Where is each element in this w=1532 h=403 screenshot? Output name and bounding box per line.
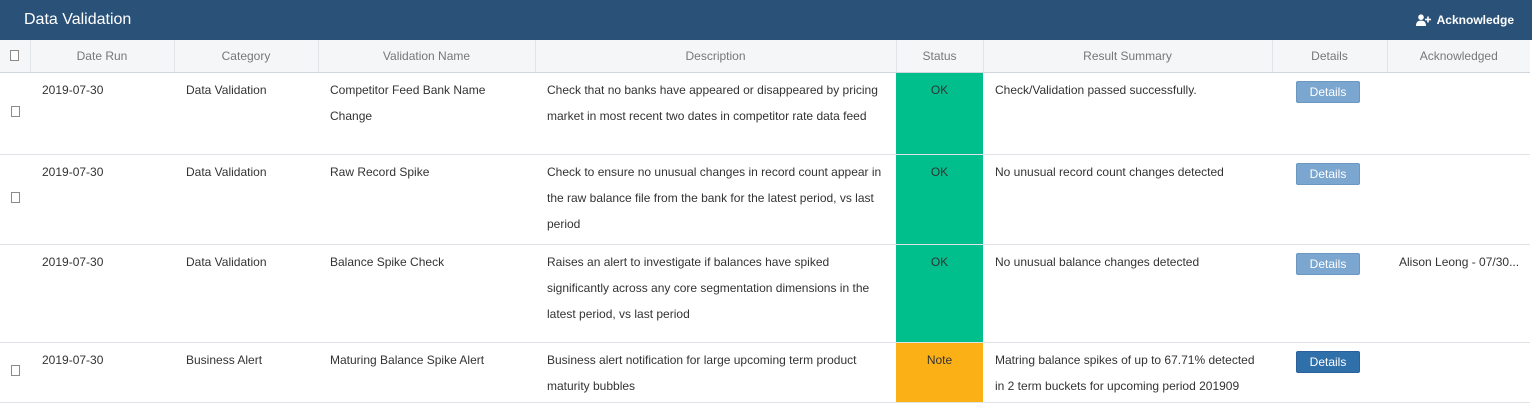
row-checkbox[interactable] xyxy=(10,192,20,203)
details-button[interactable]: Details xyxy=(1296,80,1360,103)
table-row[interactable]: 2019-07-30 Business Alert Maturing Balan… xyxy=(0,342,1530,403)
validation-name-cell: Competitor Feed Bank Name Change xyxy=(318,72,535,155)
table-row[interactable]: 2019-07-30 Data Validation Competitor Fe… xyxy=(0,72,1530,155)
status-badge: OK xyxy=(896,244,983,343)
description-cell: Business alert notification for large up… xyxy=(535,342,896,403)
select-all-checkbox[interactable] xyxy=(10,49,20,61)
validation-name-cell: Maturing Balance Spike Alert xyxy=(318,342,535,403)
row-checkbox[interactable] xyxy=(10,106,20,117)
column-header-category[interactable]: Category xyxy=(174,40,319,73)
page-title: Data Validation xyxy=(24,11,132,28)
acknowledged-cell xyxy=(1387,342,1530,403)
details-cell: Details xyxy=(1272,72,1387,155)
description-cell: Check to ensure no unusual changes in re… xyxy=(535,154,896,245)
result-summary-cell: No unusual record count changes detected xyxy=(983,154,1272,245)
column-header-validation-name[interactable]: Validation Name xyxy=(318,40,536,73)
column-header-description[interactable]: Description xyxy=(535,40,897,73)
acknowledged-cell xyxy=(1387,154,1530,245)
acknowledge-label: Acknowledge xyxy=(1436,13,1514,27)
row-select-cell[interactable] xyxy=(0,72,30,155)
category-cell: Data Validation xyxy=(174,244,318,343)
validation-name-cell: Raw Record Spike xyxy=(318,154,535,245)
row-select-cell[interactable] xyxy=(0,154,30,245)
result-summary-cell: No unusual balance changes detected xyxy=(983,244,1272,343)
user-plus-icon xyxy=(1415,14,1431,26)
category-cell: Business Alert xyxy=(174,342,318,403)
status-badge: Note xyxy=(896,342,983,403)
acknowledged-cell xyxy=(1387,72,1530,155)
details-button[interactable]: Details xyxy=(1296,162,1360,185)
row-select-cell[interactable] xyxy=(0,244,30,343)
column-header-date-run[interactable]: Date Run xyxy=(30,40,175,73)
description-cell: Raises an alert to investigate if balanc… xyxy=(535,244,896,343)
result-summary-cell: Matring balance spikes of up to 67.71% d… xyxy=(983,342,1272,403)
date-run-cell: 2019-07-30 xyxy=(30,342,174,403)
description-cell: Check that no banks have appeared or dis… xyxy=(535,72,896,155)
status-badge: OK xyxy=(896,72,983,155)
table-row[interactable]: 2019-07-30 Data Validation Raw Record Sp… xyxy=(0,154,1530,245)
status-badge: OK xyxy=(896,154,983,245)
details-cell: Details xyxy=(1272,154,1387,245)
column-header-acknowledged[interactable]: Acknowledged xyxy=(1387,40,1530,73)
details-button[interactable]: Details xyxy=(1296,252,1360,275)
column-header-status[interactable]: Status xyxy=(896,40,984,73)
validation-name-cell: Balance Spike Check xyxy=(318,244,535,343)
column-header-result-summary[interactable]: Result Summary xyxy=(983,40,1273,73)
details-cell: Details xyxy=(1272,244,1387,343)
table-row[interactable]: 2019-07-30 Data Validation Balance Spike… xyxy=(0,244,1530,343)
row-select-cell[interactable] xyxy=(0,342,30,403)
acknowledged-cell: Alison Leong - 07/30... xyxy=(1387,244,1530,343)
date-run-cell: 2019-07-30 xyxy=(30,244,174,343)
row-checkbox[interactable] xyxy=(10,365,20,376)
validation-table: Date Run Category Validation Name Descri… xyxy=(0,40,1530,403)
app-header: Data Validation Acknowledge xyxy=(0,0,1532,40)
date-run-cell: 2019-07-30 xyxy=(30,154,174,245)
category-cell: Data Validation xyxy=(174,154,318,245)
select-all-header[interactable] xyxy=(0,40,31,73)
table-header-row: Date Run Category Validation Name Descri… xyxy=(0,40,1530,73)
date-run-cell: 2019-07-30 xyxy=(30,72,174,155)
category-cell: Data Validation xyxy=(174,72,318,155)
result-summary-cell: Check/Validation passed successfully. xyxy=(983,72,1272,155)
acknowledge-button[interactable]: Acknowledge xyxy=(1415,13,1514,27)
column-header-details[interactable]: Details xyxy=(1272,40,1388,73)
details-cell: Details xyxy=(1272,342,1387,403)
details-button[interactable]: Details xyxy=(1296,350,1360,373)
